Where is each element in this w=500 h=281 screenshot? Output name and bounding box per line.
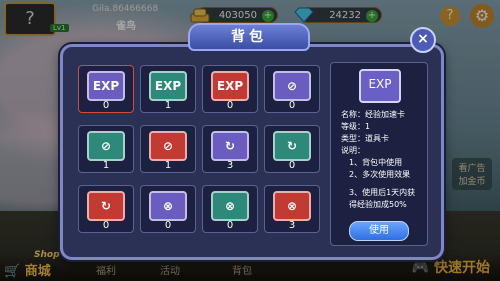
item-grid: EXP 0 EXP 1 EXP 0 ⊘ 0 ⊘ 1 ⊘ 1 ↻ 3 ↻ 0 ↻ 0 ⊗ 0 ⊗ 0 ⊗ 3	[78, 62, 324, 246]
item-card-icon: ⊗	[273, 191, 311, 221]
item-card-icon: ↻	[211, 131, 249, 161]
item-slot[interactable]: ↻ 0	[78, 185, 134, 233]
item-card-icon: ⊘	[87, 131, 125, 161]
selected-item-icon: EXP	[359, 69, 401, 103]
item-card-icon: ⊘	[149, 131, 187, 161]
item-card-icon: EXP	[211, 71, 249, 101]
detail-line-2: 2、多次使用效果	[349, 170, 411, 179]
item-card-icon: ⊗	[211, 191, 249, 221]
item-slot[interactable]: EXP 1	[140, 65, 196, 113]
detail-line-3: 3、使用后1天内获	[349, 188, 416, 197]
close-button[interactable]: ×	[410, 27, 436, 53]
item-count: 0	[226, 220, 234, 231]
item-slot[interactable]: EXP 0	[202, 65, 258, 113]
item-count: 0	[226, 100, 234, 111]
item-slot[interactable]: ↻ 0	[264, 125, 320, 173]
item-slot[interactable]: ↻ 3	[202, 125, 258, 173]
item-card-icon: ⊗	[149, 191, 187, 221]
item-card-icon: EXP	[149, 71, 187, 101]
modal-title: 背包	[188, 23, 310, 51]
detail-name: 名称：经验加速卡	[341, 110, 405, 119]
item-count: 0	[288, 160, 296, 171]
use-button[interactable]: 使用	[349, 221, 409, 241]
detail-level: 等级：1	[341, 122, 371, 131]
item-count: 0	[102, 220, 110, 231]
item-count: 0	[164, 220, 172, 231]
item-slot[interactable]: ⊗ 0	[140, 185, 196, 233]
item-card-icon: ↻	[273, 131, 311, 161]
detail-type: 类型：道具卡	[341, 134, 389, 143]
item-count: 1	[164, 100, 172, 111]
item-card-icon: ⊘	[273, 71, 311, 101]
item-slot[interactable]: ⊘ 0	[264, 65, 320, 113]
item-count: 0	[102, 100, 110, 111]
item-count: 0	[288, 100, 296, 111]
item-card-icon: ↻	[87, 191, 125, 221]
detail-line-4: 得经验加成50%	[349, 200, 407, 209]
item-count: 3	[226, 160, 234, 171]
item-detail-panel: EXP 名称：经验加速卡 等级：1 类型：道具卡 说明： 1、背包中使用 2、多…	[330, 62, 428, 246]
item-slot[interactable]: ⊘ 1	[78, 125, 134, 173]
item-count: 3	[288, 220, 296, 231]
item-slot[interactable]: ⊗ 0	[202, 185, 258, 233]
item-count: 1	[102, 160, 110, 171]
detail-desc-label: 说明：	[341, 146, 365, 155]
detail-line-1: 1、背包中使用	[349, 158, 403, 167]
item-count: 1	[164, 160, 172, 171]
item-slot[interactable]: ⊘ 1	[140, 125, 196, 173]
item-slot[interactable]: EXP 0	[78, 65, 134, 113]
item-card-icon: EXP	[87, 71, 125, 101]
item-slot[interactable]: ⊗ 3	[264, 185, 320, 233]
